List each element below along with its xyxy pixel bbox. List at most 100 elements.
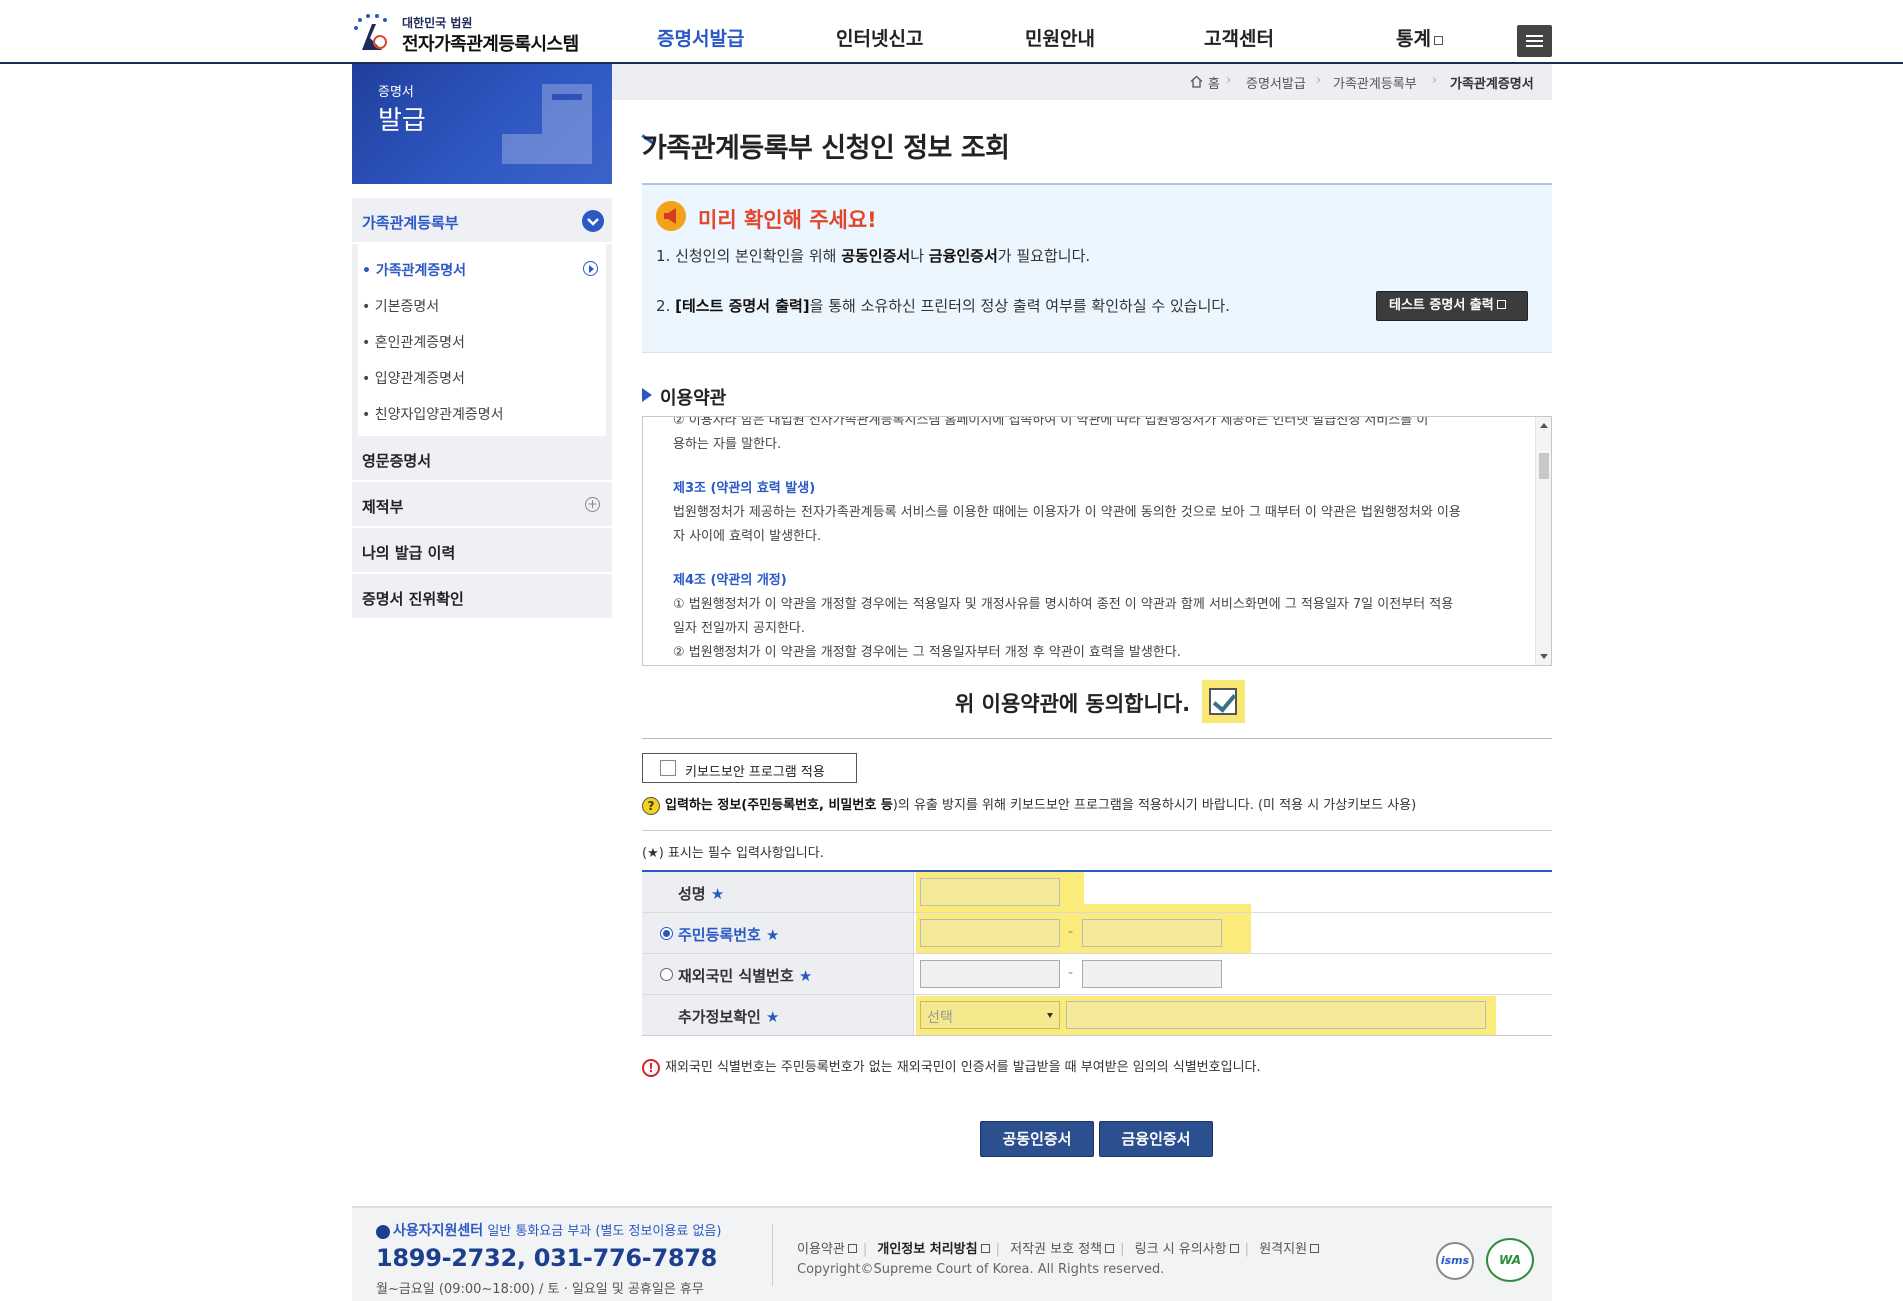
- web-accessibility-badge-icon[interactable]: WA: [1486, 1238, 1534, 1282]
- footer-link-label: 링크 시 유의사항: [1134, 1242, 1227, 1257]
- public-certificate-button[interactable]: 공동인증서: [980, 1121, 1094, 1157]
- chevron-down-glyph: [587, 218, 599, 226]
- rrn-back-input[interactable]: [1082, 919, 1222, 947]
- footer-link-separator: |: [862, 1242, 868, 1257]
- nav-certificate-issue[interactable]: 증명서발급: [657, 24, 744, 51]
- terms-scroll-box[interactable]: ② 이용자라 함은 대법원 전자가족관계등록시스템 홈페이지에 접속하여 이 약…: [642, 416, 1552, 666]
- footer-link-copyright[interactable]: 저작권 보호 정책: [1010, 1242, 1115, 1257]
- breadcrumb-separator: ›: [1316, 73, 1322, 88]
- form-row-rrn: 주민등록번호 ★ -: [642, 913, 1552, 954]
- external-link-icon: [1433, 36, 1443, 45]
- external-link-icon: [1229, 1244, 1239, 1253]
- nav-statistics[interactable]: 통계: [1396, 24, 1443, 51]
- chevron-down-icon[interactable]: [582, 210, 604, 232]
- sidebar-item-my-history[interactable]: 나의 발급 이력: [352, 528, 612, 574]
- notice-text: 1. 신청인의 본인확인을 위해: [656, 247, 842, 265]
- terms-agree-checkbox[interactable]: [1202, 680, 1245, 723]
- form-row-foreign-id: 재외국민 식별번호 ★ -: [642, 954, 1552, 995]
- terms-agree-label: 위 이용약관에 동의합니다.: [955, 692, 1191, 716]
- label-text: 재외국민 식별번호: [678, 967, 794, 985]
- footer-link-label: 이용약관: [797, 1242, 845, 1257]
- terms-line: 일자 전일까지 공지한다.: [673, 621, 805, 636]
- required-star: ★: [766, 926, 780, 944]
- site-header: 대한민국 법원 전자가족관계등록시스템 증명서발급 인터넷신고 민원안내 고객센…: [0, 0, 1903, 64]
- rrn-front-input[interactable]: [920, 919, 1060, 947]
- nav-statistics-label: 통계: [1396, 28, 1431, 50]
- sidebar-subitem-adoption[interactable]: • 입양관계증명서: [358, 358, 606, 394]
- scroll-up-icon[interactable]: [1540, 423, 1548, 428]
- breadcrumb-item[interactable]: 증명서발급: [1246, 73, 1306, 92]
- site-logo[interactable]: 대한민국 법원 전자가족관계등록시스템: [352, 12, 579, 56]
- scroll-thumb[interactable]: [1539, 453, 1549, 479]
- sidebar-subitem-basic[interactable]: • 기본증명서: [358, 286, 606, 322]
- home-icon[interactable]: [1190, 75, 1203, 88]
- terms-article-title: 제3조 (약관의 효력 발생): [673, 481, 816, 496]
- keyboard-security-label: 키보드보안 프로그램 적용: [685, 765, 825, 780]
- scroll-down-icon[interactable]: [1540, 654, 1548, 659]
- terms-scrollbar[interactable]: [1535, 417, 1551, 665]
- extra-info-select[interactable]: 선택: [920, 1001, 1060, 1029]
- footer-link-label: 저작권 보호 정책: [1010, 1242, 1103, 1257]
- isms-badge-icon[interactable]: isms: [1436, 1242, 1474, 1280]
- footer-link-remote-support[interactable]: 원격지원: [1259, 1242, 1320, 1257]
- extra-info-input[interactable]: [1066, 1001, 1486, 1029]
- banner-small-text: 증명서: [378, 85, 414, 100]
- terms-line: ① 법원행정처가 이 약관을 개정할 경우에는 적용일자 및 개정사유를 명시하…: [673, 597, 1454, 612]
- breadcrumb-separator: ›: [1226, 73, 1232, 88]
- sidebar-item-removed-register[interactable]: 제적부 +: [352, 482, 612, 528]
- foreign-id-radio[interactable]: [660, 968, 673, 981]
- sidebar-item-label: 나의 발급 이력: [362, 544, 456, 562]
- nav-internet-report[interactable]: 인터넷신고: [836, 24, 923, 51]
- notice-line-1: 1. 신청인의 본인확인을 위해 공동인증서나 금융인증서가 필요합니다.: [656, 245, 1090, 266]
- sidebar-item-family-register[interactable]: 가족관계등록부: [352, 198, 612, 244]
- sidebar-submenu: • 가족관계증명서 • 기본증명서 • 혼인관계증명서 • 입양관계증명서 • …: [352, 244, 612, 436]
- keyboard-security-toggle[interactable]: 키보드보안 프로그램 적용: [642, 753, 857, 783]
- financial-certificate-button[interactable]: 금융인증서: [1099, 1121, 1213, 1157]
- support-center-info: 사용자지원센터 일반 통화요금 부과 (별도 정보이용료 없음): [376, 1220, 721, 1240]
- terms-article-title: 제4조 (약관의 개정): [673, 573, 787, 588]
- court-emblem-icon: [354, 14, 387, 50]
- sidebar-subitem-full-adoption[interactable]: • 친양자입양관계증명서: [358, 394, 606, 430]
- label-text: 성명: [678, 885, 706, 903]
- footer-link-link-policy[interactable]: 링크 시 유의사항: [1135, 1242, 1239, 1257]
- required-note: (★) 표시는 필수 입력사항입니다.: [642, 846, 824, 861]
- test-print-button[interactable]: 테스트 증명서 출력: [1376, 291, 1528, 321]
- breadcrumb-item[interactable]: 가족관계등록부: [1333, 73, 1417, 92]
- sidebar-subitem-marriage[interactable]: • 혼인관계증명서: [358, 322, 606, 358]
- rrn-label: 주민등록번호 ★: [678, 924, 780, 945]
- sidebar-item-english-certificate[interactable]: 영문증명서: [352, 436, 612, 482]
- footer-link-terms[interactable]: 이용약관: [797, 1242, 857, 1257]
- notice-text: 을 통해 소유하신 프린터의 정상 출력 여부를 확인하실 수 있습니다.: [809, 297, 1230, 315]
- external-link-icon: [847, 1244, 857, 1253]
- site-footer: 사용자지원센터 일반 통화요금 부과 (별도 정보이용료 없음) 1899-27…: [352, 1206, 1552, 1301]
- notice-title: 미리 확인해 주세요!: [698, 208, 877, 232]
- notice-bold: 공동인증서: [841, 247, 911, 265]
- name-label: 성명 ★: [678, 883, 724, 904]
- foreign-id-front-input[interactable]: [920, 960, 1060, 988]
- hamburger-menu-button[interactable]: [1517, 25, 1552, 57]
- terms-line: ② 법원행정처가 이 약관을 개정할 경우에는 그 적용일자부터 개정 후 약관…: [673, 645, 1181, 660]
- test-print-label: 테스트 증명서 출력: [1389, 298, 1494, 313]
- footer-link-privacy[interactable]: 개인정보 처리방침: [877, 1242, 990, 1257]
- label-text: 추가정보확인: [678, 1008, 761, 1026]
- form-row-extra-info: 추가정보확인 ★ 선택: [642, 995, 1552, 1036]
- name-input[interactable]: [920, 878, 1060, 906]
- footer-link-separator: |: [1120, 1242, 1125, 1257]
- foreign-id-dash: -: [1068, 965, 1074, 981]
- nav-customer-center[interactable]: 고객센터: [1204, 24, 1274, 51]
- sidebar-item-label: 영문증명서: [362, 452, 432, 470]
- sidebar-subitem-label: • 가족관계증명서: [362, 263, 466, 279]
- breadcrumb-home[interactable]: 홈: [1208, 73, 1220, 92]
- footer-divider: [772, 1224, 773, 1286]
- foreign-id-back-input[interactable]: [1082, 960, 1222, 988]
- select-value: 선택: [927, 1010, 953, 1026]
- terms-line: 법원행정처가 제공하는 전자가족관계등록 서비스를 이용한 때에는 이용자가 이…: [673, 505, 1461, 520]
- plus-circle-icon[interactable]: +: [585, 497, 600, 512]
- sidebar-banner-title: 증명서 발급: [378, 80, 426, 134]
- rrn-radio[interactable]: [660, 927, 673, 940]
- keyboard-security-checkbox[interactable]: [660, 760, 676, 776]
- sidebar-subitem-family-relation[interactable]: • 가족관계증명서: [358, 250, 606, 286]
- nav-civil-guide[interactable]: 민원안내: [1025, 24, 1095, 51]
- sidebar-item-verify[interactable]: 증명서 진위확인: [352, 574, 612, 620]
- section-divider: [642, 738, 1552, 739]
